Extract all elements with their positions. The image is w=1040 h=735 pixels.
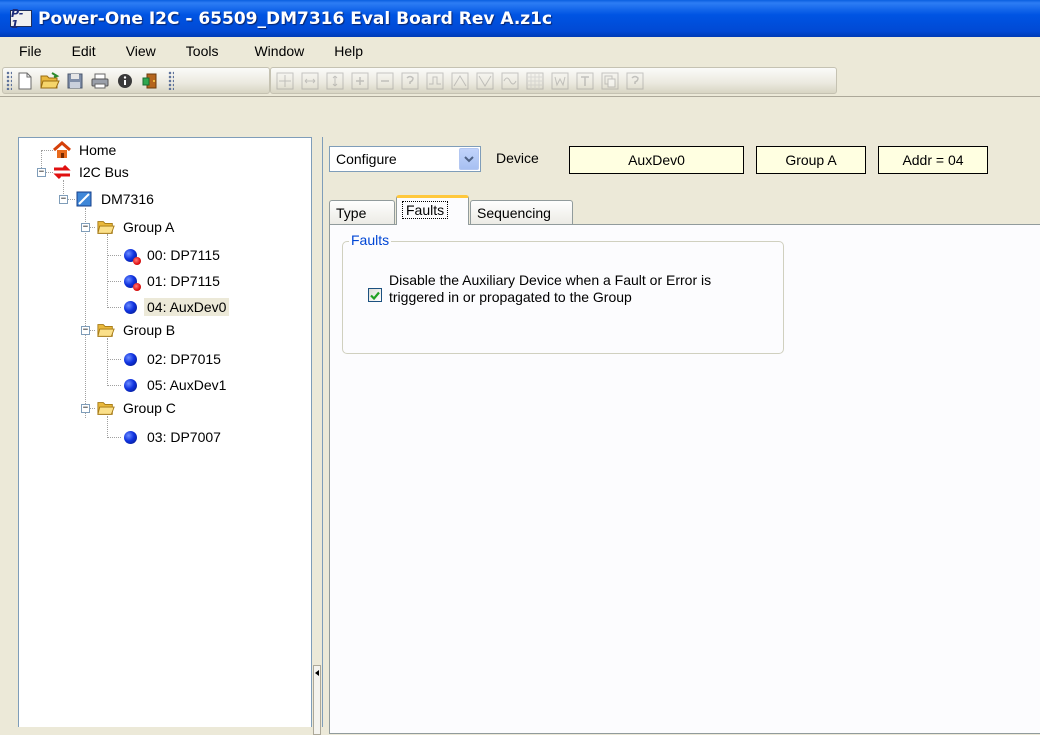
- address-box: Addr = 04: [878, 146, 988, 174]
- disable-aux-device-label[interactable]: Disable the Auxiliary Device when a Faul…: [389, 272, 769, 306]
- width-icon[interactable]: [300, 71, 320, 91]
- tree-item-device[interactable]: 01: DP7115: [121, 270, 223, 292]
- tab-strip: Type Faults Sequencing: [329, 193, 1040, 225]
- waveform-icon[interactable]: [425, 71, 445, 91]
- device-fault-icon: [121, 246, 141, 265]
- tree-item-group-c[interactable]: Group C: [97, 397, 179, 419]
- mode-select-value: Configure: [336, 151, 397, 167]
- tree-item-group-a[interactable]: Group A: [97, 216, 177, 238]
- tree-item-device[interactable]: 03: DP7007: [121, 426, 224, 448]
- tab-sequencing[interactable]: Sequencing: [470, 200, 573, 224]
- tree-item-device[interactable]: 05: AuxDev1: [121, 374, 229, 396]
- menu-view[interactable]: View: [121, 40, 161, 62]
- group-name-box: Group A: [756, 146, 866, 174]
- faults-groupbox: Faults Disable the Auxiliary Device when…: [342, 232, 784, 354]
- open-folder-icon: [97, 399, 115, 417]
- collapse-arrow-icon[interactable]: [313, 665, 321, 735]
- info-icon[interactable]: [115, 71, 135, 91]
- home-icon: [53, 141, 71, 159]
- tree-item-device[interactable]: 00: DP7115: [121, 244, 223, 266]
- expander-bus[interactable]: −: [37, 168, 46, 177]
- tree-label-device: 01: DP7115: [147, 273, 220, 289]
- print-icon[interactable]: [90, 71, 110, 91]
- menu-file[interactable]: File: [14, 40, 47, 62]
- help-query-icon[interactable]: [400, 71, 420, 91]
- tree-label-device: 03: DP7007: [147, 429, 221, 445]
- expander-group-b[interactable]: −: [81, 326, 90, 335]
- device-icon: [121, 376, 139, 394]
- app-logo-icon: P-1: [10, 8, 32, 30]
- tree-item-device[interactable]: 02: DP7015: [121, 348, 224, 370]
- help-icon[interactable]: [625, 71, 645, 91]
- tree-label-group: Group C: [123, 400, 176, 416]
- faults-group-title: Faults: [349, 232, 392, 248]
- tab-faults[interactable]: Faults: [396, 195, 469, 225]
- tree-label-group: Group B: [123, 322, 176, 338]
- tree-item-device-selected[interactable]: 04: AuxDev0: [121, 296, 230, 318]
- device-fault-icon: [121, 272, 141, 291]
- tree-item-home[interactable]: Home: [53, 139, 119, 161]
- save-icon[interactable]: [65, 71, 85, 91]
- new-document-icon[interactable]: [15, 71, 35, 91]
- device-toolbar: [270, 67, 837, 94]
- text-icon[interactable]: [575, 71, 595, 91]
- fall-icon[interactable]: [475, 71, 495, 91]
- board-icon: [75, 190, 93, 208]
- menu-edit[interactable]: Edit: [67, 40, 101, 62]
- menu-window[interactable]: Window: [249, 40, 309, 62]
- toolbar-grip[interactable]: [6, 71, 12, 90]
- menu-help[interactable]: Help: [329, 40, 368, 62]
- menu-tools[interactable]: Tools: [181, 40, 224, 62]
- device-tree[interactable]: − − − − − Home I2C Bus DM7316 Group A 00…: [18, 137, 312, 727]
- toolbar: [0, 64, 1040, 97]
- copy-icon[interactable]: [600, 71, 620, 91]
- open-folder-icon: [97, 218, 115, 236]
- expander-group-a[interactable]: −: [81, 223, 90, 232]
- panel-splitter[interactable]: [312, 137, 322, 735]
- tree-label-device: 02: DP7015: [147, 351, 221, 367]
- tree-label-home: Home: [79, 142, 117, 158]
- mode-select[interactable]: Configure: [329, 146, 481, 172]
- tree-item-group-b[interactable]: Group B: [97, 319, 178, 341]
- device-icon: [121, 350, 139, 368]
- exit-door-icon[interactable]: [140, 71, 160, 91]
- toolbar-grip-2[interactable]: [168, 71, 174, 90]
- expander-board[interactable]: −: [59, 195, 68, 204]
- device-icon: [121, 428, 139, 446]
- tree-label-device: 05: AuxDev1: [147, 377, 227, 393]
- rise-icon[interactable]: [450, 71, 470, 91]
- tree-item-board[interactable]: DM7316: [75, 188, 157, 210]
- tree-label-device: 04: AuxDev0: [144, 298, 230, 316]
- tree-label-group: Group A: [123, 219, 175, 235]
- sine-icon[interactable]: [500, 71, 520, 91]
- bus-arrows-icon: [53, 163, 71, 181]
- height-icon[interactable]: [325, 71, 345, 91]
- faults-tab-content: Faults Disable the Auxiliary Device when…: [329, 224, 1040, 734]
- grid-icon[interactable]: [525, 71, 545, 91]
- config-panel: Configure Device AuxDev0 Group A Addr = …: [322, 137, 1040, 734]
- tree-label-device: 00: DP7115: [147, 247, 220, 263]
- chevron-down-icon[interactable]: [459, 148, 479, 170]
- tree-label-bus: I2C Bus: [79, 164, 129, 180]
- menu-bar: File Edit View Tools Window Help: [0, 37, 1040, 64]
- file-toolbar: [2, 67, 270, 94]
- device-icon: [121, 298, 139, 316]
- disable-aux-device-checkbox[interactable]: [368, 288, 382, 302]
- tree-label-board: DM7316: [101, 191, 154, 207]
- tree-item-i2c-bus[interactable]: I2C Bus: [53, 161, 132, 183]
- fit-icon[interactable]: [275, 71, 295, 91]
- tab-type[interactable]: Type: [329, 200, 395, 224]
- open-folder-icon[interactable]: [40, 71, 60, 91]
- device-name-box: AuxDev0: [569, 146, 744, 174]
- zoom-out-icon[interactable]: [375, 71, 395, 91]
- w-icon[interactable]: [550, 71, 570, 91]
- title-bar[interactable]: P-1 Power-One I2C - 65509_DM7316 Eval Bo…: [0, 0, 1040, 37]
- open-folder-icon: [97, 321, 115, 339]
- window-title: Power-One I2C - 65509_DM7316 Eval Board …: [38, 8, 553, 29]
- device-label: Device: [496, 150, 539, 166]
- checkmark-icon: [370, 291, 380, 300]
- zoom-in-icon[interactable]: [350, 71, 370, 91]
- expander-group-c[interactable]: −: [81, 404, 90, 413]
